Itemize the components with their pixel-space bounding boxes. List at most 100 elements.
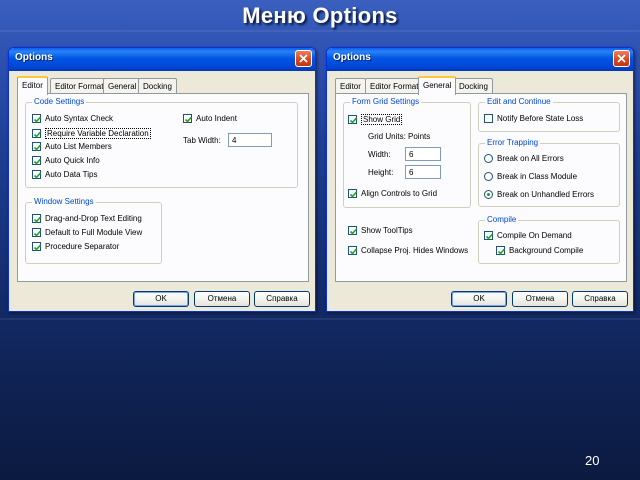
break-class-module-option[interactable]: Break in Class Module: [484, 172, 577, 181]
slide-number: 20: [585, 453, 600, 468]
check-icon: [184, 116, 193, 123]
option-label: Drag-and-Drop Text Editing: [45, 214, 142, 223]
radio-button[interactable]: [484, 190, 493, 199]
auto-indent-option[interactable]: Auto Indent: [183, 114, 237, 123]
dialog-title: Options: [15, 52, 53, 63]
check-icon: [33, 116, 42, 123]
checkbox[interactable]: [348, 226, 358, 235]
group-label: Code Settings: [32, 97, 87, 106]
grid-height-label: Height:: [368, 168, 394, 177]
drag-and-drop-option[interactable]: Drag-and-Drop Text Editing: [32, 214, 142, 223]
option-label: Compile On Demand: [497, 231, 572, 240]
grid-height-input[interactable]: 6: [405, 165, 441, 179]
option-label: Auto Syntax Check: [45, 114, 114, 123]
check-icon: [33, 230, 42, 237]
checkbox[interactable]: [348, 246, 358, 255]
tab-general[interactable]: General: [103, 78, 142, 94]
sky-streak: [0, 318, 640, 320]
option-label: Align Controls to Grid: [361, 189, 438, 198]
checkbox[interactable]: [32, 228, 42, 237]
checkbox[interactable]: [484, 231, 494, 240]
checkbox[interactable]: [32, 214, 42, 223]
option-label: Notify Before State Loss: [497, 114, 584, 123]
compile-on-demand-option[interactable]: Compile On Demand: [484, 231, 572, 240]
auto-quick-info-option[interactable]: Auto Quick Info: [32, 156, 100, 165]
checkbox[interactable]: [183, 114, 193, 123]
close-icon: [617, 54, 626, 63]
cancel-button[interactable]: Отмена: [512, 291, 568, 307]
check-icon: [33, 244, 42, 251]
ok-button[interactable]: OK: [451, 291, 507, 307]
tab-width-input[interactable]: 4: [228, 133, 272, 147]
option-label: Require Variable Declaration: [45, 128, 151, 139]
break-all-errors-option[interactable]: Break on All Errors: [484, 154, 564, 163]
auto-syntax-check-option[interactable]: Auto Syntax Check: [32, 114, 113, 123]
checkbox[interactable]: [348, 189, 358, 198]
tab-editor-format[interactable]: Editor Format: [50, 78, 109, 94]
tab-panel: Code Settings Auto Syntax Check Require …: [17, 93, 309, 282]
checkbox[interactable]: [32, 170, 42, 179]
grid-units-label: Grid Units: Points: [368, 132, 431, 141]
check-icon: [485, 233, 494, 240]
check-icon: [33, 172, 42, 179]
align-controls-option[interactable]: Align Controls to Grid: [348, 189, 437, 198]
group-label: Error Trapping: [485, 138, 541, 147]
sky-streak: [0, 30, 640, 32]
full-module-view-option[interactable]: Default to Full Module View: [32, 228, 142, 237]
grid-width-input[interactable]: 6: [405, 147, 441, 161]
tab-panel: Form Grid Settings Show Grid Grid Units:…: [335, 93, 627, 282]
auto-list-members-option[interactable]: Auto List Members: [32, 142, 112, 151]
background-compile-option[interactable]: Background Compile: [496, 246, 583, 255]
checkbox[interactable]: [484, 114, 493, 123]
close-button[interactable]: [613, 50, 630, 67]
checkbox[interactable]: [496, 246, 506, 255]
break-unhandled-errors-option[interactable]: Break on Unhandled Errors: [484, 190, 594, 199]
notify-state-loss-option[interactable]: Notify Before State Loss: [484, 114, 583, 123]
tab-docking[interactable]: Docking: [138, 78, 177, 94]
check-icon: [349, 117, 358, 124]
tab-editor[interactable]: Editor: [335, 78, 366, 94]
dialog-titlebar[interactable]: Options: [9, 48, 315, 71]
option-label: Auto Indent: [196, 114, 237, 123]
ok-button[interactable]: OK: [133, 291, 189, 307]
checkbox[interactable]: [32, 129, 42, 138]
auto-data-tips-option[interactable]: Auto Data Tips: [32, 170, 97, 179]
option-label: Auto List Members: [45, 142, 112, 151]
dialog-titlebar[interactable]: Options: [327, 48, 633, 71]
cancel-button[interactable]: Отмена: [194, 291, 250, 307]
dialog-title: Options: [333, 52, 371, 63]
close-icon: [299, 54, 308, 63]
close-button[interactable]: [295, 50, 312, 67]
option-label: Auto Data Tips: [45, 170, 98, 179]
compile-group: Compile: [478, 215, 620, 264]
checkbox[interactable]: [32, 142, 42, 151]
radio-button[interactable]: [484, 154, 493, 163]
show-grid-option[interactable]: Show Grid: [348, 114, 403, 125]
slide-title: Меню Options: [242, 3, 398, 28]
options-dialog-general: Options Editor Editor Format General Doc…: [326, 47, 634, 312]
tab-editor[interactable]: Editor: [17, 76, 48, 95]
check-icon: [349, 228, 358, 235]
tab-general[interactable]: General: [418, 76, 457, 95]
check-icon: [497, 248, 506, 255]
help-button[interactable]: Справка: [254, 291, 310, 307]
grid-width-label: Width:: [368, 150, 391, 159]
option-label: Procedure Separator: [45, 242, 120, 251]
checkbox[interactable]: [32, 242, 42, 251]
collapse-proj-option[interactable]: Collapse Proj. Hides Windows: [348, 246, 468, 255]
show-tooltips-option[interactable]: Show ToolTips: [348, 226, 413, 235]
tab-editor-format[interactable]: Editor Format: [365, 78, 424, 94]
check-icon: [33, 216, 42, 223]
check-icon: [33, 158, 42, 165]
checkbox[interactable]: [32, 156, 42, 165]
procedure-separator-option[interactable]: Procedure Separator: [32, 242, 119, 251]
checkbox[interactable]: [348, 115, 358, 124]
option-label: Break on Unhandled Errors: [497, 190, 594, 199]
option-label: Collapse Proj. Hides Windows: [361, 246, 469, 255]
tab-docking[interactable]: Docking: [454, 78, 493, 94]
help-button[interactable]: Справка: [572, 291, 628, 307]
checkbox[interactable]: [32, 114, 42, 123]
require-variable-declaration-option[interactable]: Require Variable Declaration: [32, 128, 151, 139]
group-label: Form Grid Settings: [350, 97, 422, 106]
radio-button[interactable]: [484, 172, 493, 181]
